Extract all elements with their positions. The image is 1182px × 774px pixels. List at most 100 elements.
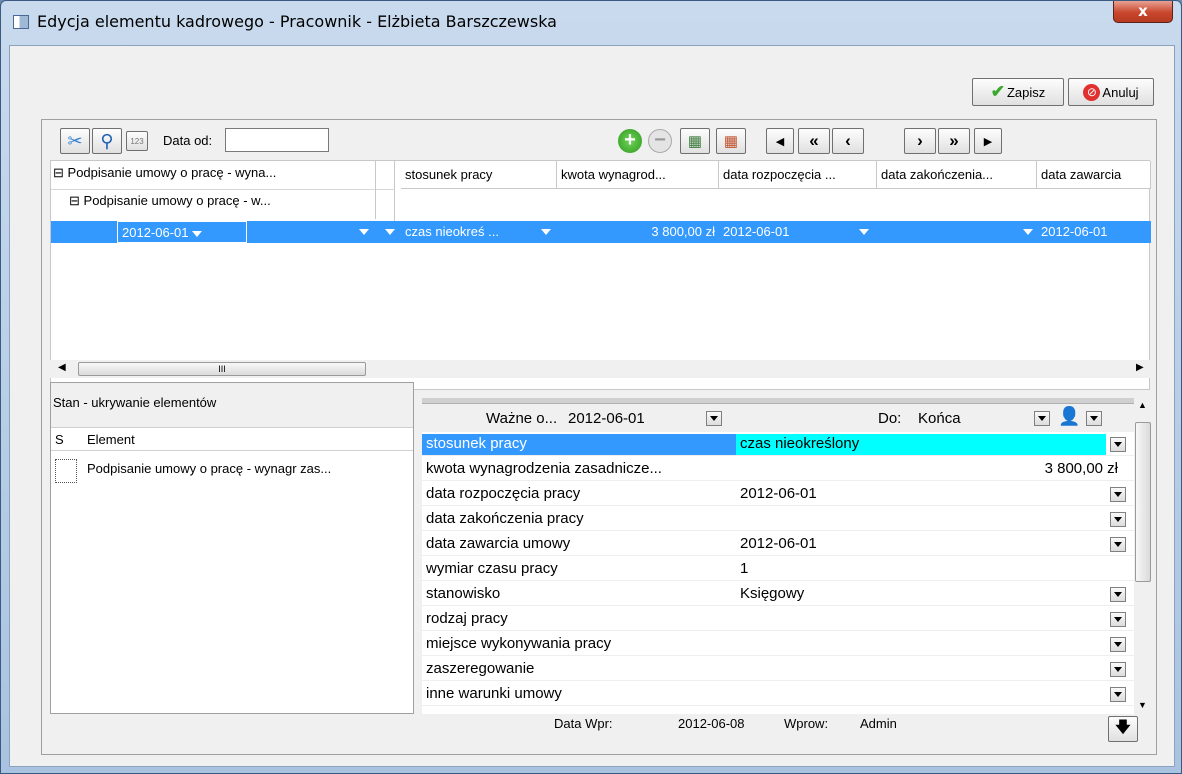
property-row[interactable]: data zakończenia pracy	[422, 509, 1134, 531]
panel-header: S Element	[51, 427, 413, 451]
property-value[interactable]: 2012-06-01	[740, 535, 817, 552]
scroll-left-icon[interactable]: ◀	[58, 362, 66, 373]
vertical-scrollbar[interactable]: ▲ ▼	[1134, 398, 1152, 714]
dropdown-arrow-icon	[859, 229, 869, 235]
nav-first-button[interactable]: «	[798, 128, 830, 154]
date-from-label: Data od:	[163, 133, 213, 148]
scroll-up-icon[interactable]: ▲	[1138, 400, 1147, 410]
property-row[interactable]: kwota wynagrodzenia zasadnicze... 3 800,0…	[422, 459, 1134, 481]
valid-to-value[interactable]: Końca	[918, 410, 961, 427]
property-value[interactable]: czas nieokreślony	[736, 434, 1106, 455]
property-name: stosunek pracy	[422, 434, 736, 455]
grid-header: stosunek pracy kwota wynagrod... data ro…	[401, 161, 1151, 189]
person-icon[interactable]: 👤	[1058, 406, 1080, 427]
property-name: data zawarcia umowy	[426, 535, 571, 552]
nav-next-button[interactable]: ›	[904, 128, 936, 154]
column-header[interactable]: kwota wynagrod...	[557, 161, 719, 189]
checkmark-icon: ✔	[990, 82, 1005, 101]
scroll-down-icon[interactable]: ▼	[1138, 700, 1147, 710]
nav-right-button[interactable]: ▶	[974, 128, 1002, 154]
column-header[interactable]: data zawarcia	[1037, 161, 1151, 189]
property-row[interactable]: data zawarcia umowy 2012-06-01	[422, 534, 1134, 556]
list-item[interactable]: Podpisanie umowy o pracę - wynagr zas...	[51, 455, 413, 483]
data-wpr-value: 2012-06-08	[678, 716, 745, 731]
dropdown-arrow-icon[interactable]	[1110, 687, 1126, 702]
property-row[interactable]: zaszeregowanie	[422, 659, 1134, 681]
property-name: wymiar czasu pracy	[426, 560, 558, 577]
dropdown-cell[interactable]	[375, 221, 401, 243]
nav-last-button[interactable]: »	[938, 128, 970, 154]
dropdown-arrow-icon[interactable]	[1110, 537, 1126, 552]
dropdown-arrow-icon[interactable]	[1110, 437, 1126, 452]
property-row[interactable]: rodzaj pracy	[422, 609, 1134, 631]
dropdown-arrow-icon[interactable]	[1110, 487, 1126, 502]
property-name: kwota wynagrodzenia zasadnicze...	[426, 460, 662, 477]
title-bar[interactable]: Edycja elementu kadrowego - Pracownik - …	[1, 1, 1181, 45]
delete-row-button[interactable]: ▦	[716, 128, 746, 154]
search-button[interactable]: ⚲	[92, 128, 122, 154]
magnifier-icon: ⚲	[100, 130, 114, 151]
date-cell[interactable]: 2012-06-01	[117, 221, 247, 243]
horizontal-scrollbar[interactable]: ◀ III ▶	[50, 360, 1150, 378]
dropdown-arrow-icon[interactable]	[1110, 612, 1126, 627]
nav-left-button[interactable]: ◀	[766, 128, 794, 154]
dropdown-arrow-icon[interactable]	[1034, 411, 1050, 426]
property-value[interactable]: 1	[740, 560, 748, 577]
date-from-input[interactable]	[225, 128, 329, 152]
stosunek-cell[interactable]: czas nieokreś ...	[401, 221, 557, 243]
column-header[interactable]: data zakończenia...	[877, 161, 1037, 189]
nav-prev-button[interactable]: ‹	[832, 128, 864, 154]
dropdown-arrow-icon[interactable]	[706, 411, 722, 426]
scroll-thumb[interactable]	[1135, 422, 1151, 582]
insert-row-icon: ▦	[687, 133, 703, 150]
dropdown-arrow-icon[interactable]	[1110, 587, 1126, 602]
tree-node[interactable]: ⊟ Podpisanie umowy o pracę - w...	[69, 193, 271, 209]
chevron-left-icon: ‹	[845, 131, 851, 150]
remove-icon[interactable]: −	[648, 129, 672, 153]
column-header[interactable]: data rozpoczęcia ...	[719, 161, 877, 189]
add-icon[interactable]: +	[618, 129, 642, 153]
dropdown-arrow-icon[interactable]	[1110, 662, 1126, 677]
property-value[interactable]: 2012-06-01	[740, 485, 817, 502]
cancel-button[interactable]: ⊘ Anuluj	[1068, 78, 1154, 106]
table-row[interactable]: 2012-06-01 czas nieokreś ... 3 800,00 zł…	[51, 221, 1151, 243]
property-value[interactable]: Księgowy	[740, 585, 804, 602]
tree-node[interactable]: ⊟ Podpisanie umowy o pracę - wyna...	[53, 165, 276, 181]
property-row[interactable]: stanowisko Księgowy	[422, 584, 1134, 606]
calculator-button[interactable]: 123	[126, 131, 148, 151]
dropdown-arrow-icon[interactable]	[1110, 512, 1126, 527]
property-row[interactable]: miejsce wykonywania pracy	[422, 634, 1134, 656]
valid-from-value[interactable]: 2012-06-01	[568, 410, 645, 427]
data-wpr-label: Data Wpr:	[554, 716, 613, 731]
checkbox[interactable]	[55, 459, 77, 483]
valid-from-label: Ważne o...	[486, 410, 558, 427]
insert-row-button[interactable]: ▦	[680, 128, 710, 154]
arrow-down-button[interactable]: 🡇	[1108, 716, 1138, 742]
property-row[interactable]: data rozpoczęcia pracy 2012-06-01	[422, 484, 1134, 506]
kwota-cell[interactable]: 3 800,00 zł	[557, 221, 719, 243]
column-s: S	[55, 432, 64, 447]
data-zak-cell[interactable]	[877, 221, 1037, 243]
property-name: inne warunki umowy	[426, 685, 562, 702]
dropdown-arrow-icon[interactable]	[1086, 411, 1102, 426]
property-name: data zakończenia pracy	[426, 510, 584, 527]
property-name: rodzaj pracy	[426, 610, 508, 627]
data-rozp-cell[interactable]: 2012-06-01	[719, 221, 877, 243]
save-button[interactable]: ✔ Zapisz	[972, 78, 1064, 106]
dropdown-cell[interactable]	[247, 221, 375, 243]
property-value[interactable]: 3 800,00 zł	[1045, 460, 1118, 477]
scroll-thumb[interactable]: III	[78, 362, 366, 376]
chevron-right-icon: ›	[917, 131, 923, 150]
property-row[interactable]: stosunek pracy czas nieokreślony	[422, 434, 1134, 456]
dropdown-arrow-icon[interactable]	[1110, 637, 1126, 652]
property-row[interactable]: inne warunki umowy	[422, 684, 1134, 706]
double-chevron-left-icon: «	[809, 131, 819, 150]
data-zaw-cell[interactable]: 2012-06-01	[1037, 221, 1151, 243]
column-header[interactable]: stosunek pracy	[401, 161, 557, 189]
scroll-right-icon[interactable]: ▶	[1136, 362, 1144, 373]
tools-button[interactable]: ✂	[60, 128, 90, 154]
property-row[interactable]: wymiar czasu pracy 1	[422, 559, 1134, 581]
dropdown-arrow-icon	[1023, 229, 1033, 235]
app-icon	[13, 15, 29, 29]
close-button[interactable]: x	[1113, 1, 1173, 23]
